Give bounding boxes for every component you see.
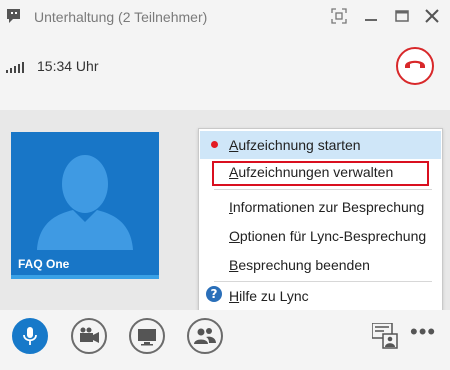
avatar-icon [37, 155, 133, 250]
video-button[interactable] [71, 318, 107, 354]
menu-item-label: ptionen für Lync-Besprechung [239, 228, 427, 244]
menu-item-accesskey: H [229, 288, 240, 304]
participant-name: FAQ One [18, 257, 70, 271]
help-icon: ? [206, 286, 222, 302]
content-share-icon[interactable] [371, 322, 398, 354]
menu-item-manage-recordings[interactable]: Aufzeichnungen verwalten [200, 160, 441, 188]
menu-item-accesskey: O [229, 228, 240, 244]
menu-item-accesskey: A [229, 164, 239, 180]
call-time: 15:34 Uhr [37, 58, 99, 74]
menu-item-label: ufzeichnungen verwalten [238, 164, 394, 180]
menu-item-start-recording[interactable]: Aufzeichnung starten [200, 131, 441, 159]
close-icon[interactable] [424, 8, 440, 24]
menu-item-label: ufzeichnung starten [238, 137, 361, 153]
menu-item-label: ilfe zu Lync [239, 288, 309, 304]
microphone-icon [23, 327, 37, 345]
menu-item-accesskey: A [229, 137, 239, 153]
mute-button[interactable] [12, 318, 48, 354]
menu-item-end-meeting[interactable]: Besprechung beenden [200, 251, 441, 279]
menu-item-accesskey: B [229, 257, 239, 273]
signal-strength-icon [6, 60, 26, 78]
record-dot-icon [211, 141, 218, 148]
participant-tile[interactable]: FAQ One [11, 132, 159, 279]
menu-item-label: nformationen zur Besprechung [232, 199, 425, 215]
full-screen-icon[interactable] [331, 8, 347, 24]
more-options-icon[interactable]: ••• [410, 321, 436, 343]
video-camera-icon [80, 327, 99, 343]
menu-item-help[interactable]: ? Hilfe zu Lync [200, 282, 441, 310]
menu-item-label: esprechung beenden [238, 257, 370, 273]
participant-active-bar [11, 275, 159, 279]
hang-up-icon [405, 60, 425, 68]
lync-conversation-icon [7, 9, 25, 25]
participants-button[interactable] [187, 318, 223, 354]
participants-icon [194, 328, 216, 344]
menu-item-meeting-info[interactable]: Informationen zur Besprechung [200, 193, 441, 221]
present-screen-icon [138, 329, 156, 346]
recording-menu: Aufzeichnung starten Aufzeichnungen verw… [198, 128, 443, 313]
title-bar: Unterhaltung (2 Teilnehmer) [0, 0, 450, 36]
present-button[interactable] [129, 318, 165, 354]
window-title: Unterhaltung (2 Teilnehmer) [34, 9, 208, 25]
hang-up-button[interactable] [396, 47, 434, 85]
conversation-window: Unterhaltung (2 Teilnehmer) 15:34 Uhr FA… [0, 0, 450, 370]
minimize-icon[interactable] [363, 8, 379, 24]
menu-item-lync-options[interactable]: Optionen für Lync-Besprechung [200, 222, 441, 250]
maximize-icon[interactable] [394, 8, 410, 24]
menu-separator [214, 189, 432, 190]
